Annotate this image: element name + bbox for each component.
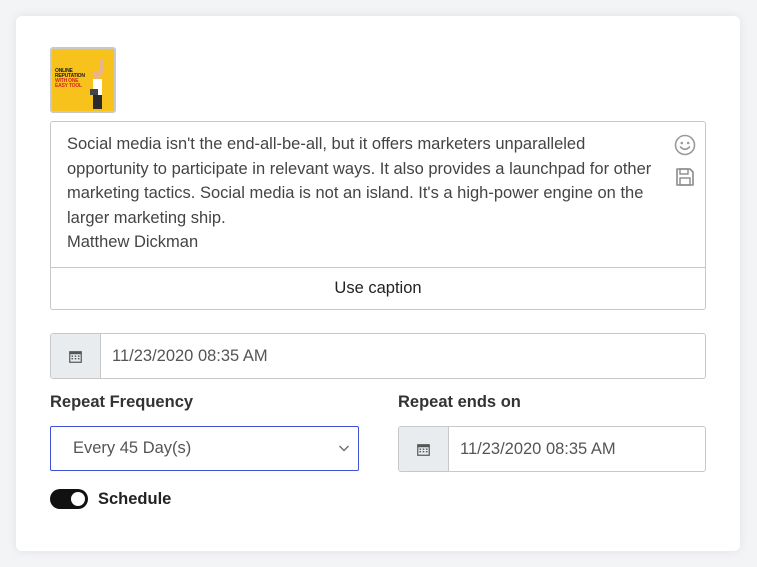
chevron-down-icon bbox=[339, 445, 349, 452]
toggle-knob bbox=[71, 492, 85, 506]
repeat-ends-date-input[interactable]: 11/23/2020 08:35 AM bbox=[398, 426, 706, 472]
post-image-thumbnail[interactable]: ONLINE REPUTATION WITH ONE EASY TOOL bbox=[50, 47, 116, 113]
schedule-date-input[interactable]: 11/23/2020 08:35 AM bbox=[50, 333, 706, 379]
calendar-icon[interactable] bbox=[399, 427, 449, 471]
repeat-ends-label: Repeat ends on bbox=[398, 393, 521, 411]
calendar-icon[interactable] bbox=[51, 334, 101, 378]
thumbnail-text: ONLINE REPUTATION WITH ONE EASY TOOL bbox=[55, 69, 89, 89]
caption-text[interactable]: Social media isn't the end-all-be-all, b… bbox=[67, 132, 667, 255]
schedule-toggle[interactable] bbox=[50, 489, 88, 509]
smiley-icon[interactable] bbox=[673, 133, 697, 157]
floppy-disk-icon[interactable] bbox=[673, 165, 697, 189]
thumbnail-line3: WITH ONE EASY TOOL bbox=[55, 78, 82, 89]
caption-textarea[interactable]: Social media isn't the end-all-be-all, b… bbox=[50, 121, 706, 268]
repeat-frequency-select[interactable]: Every 45 Day(s) bbox=[50, 426, 359, 471]
schedule-toggle-label: Schedule bbox=[98, 490, 172, 508]
repeat-frequency-value: Every 45 Day(s) bbox=[73, 439, 192, 457]
schedule-date-value[interactable]: 11/23/2020 08:35 AM bbox=[101, 334, 705, 378]
post-editor-card: ONLINE REPUTATION WITH ONE EASY TOOL Soc… bbox=[16, 16, 740, 551]
thumbnail-person-graphic bbox=[90, 59, 103, 109]
use-caption-button[interactable]: Use caption bbox=[50, 267, 706, 310]
repeat-ends-date-value[interactable]: 11/23/2020 08:35 AM bbox=[449, 427, 705, 471]
repeat-frequency-label: Repeat Frequency bbox=[50, 393, 194, 411]
